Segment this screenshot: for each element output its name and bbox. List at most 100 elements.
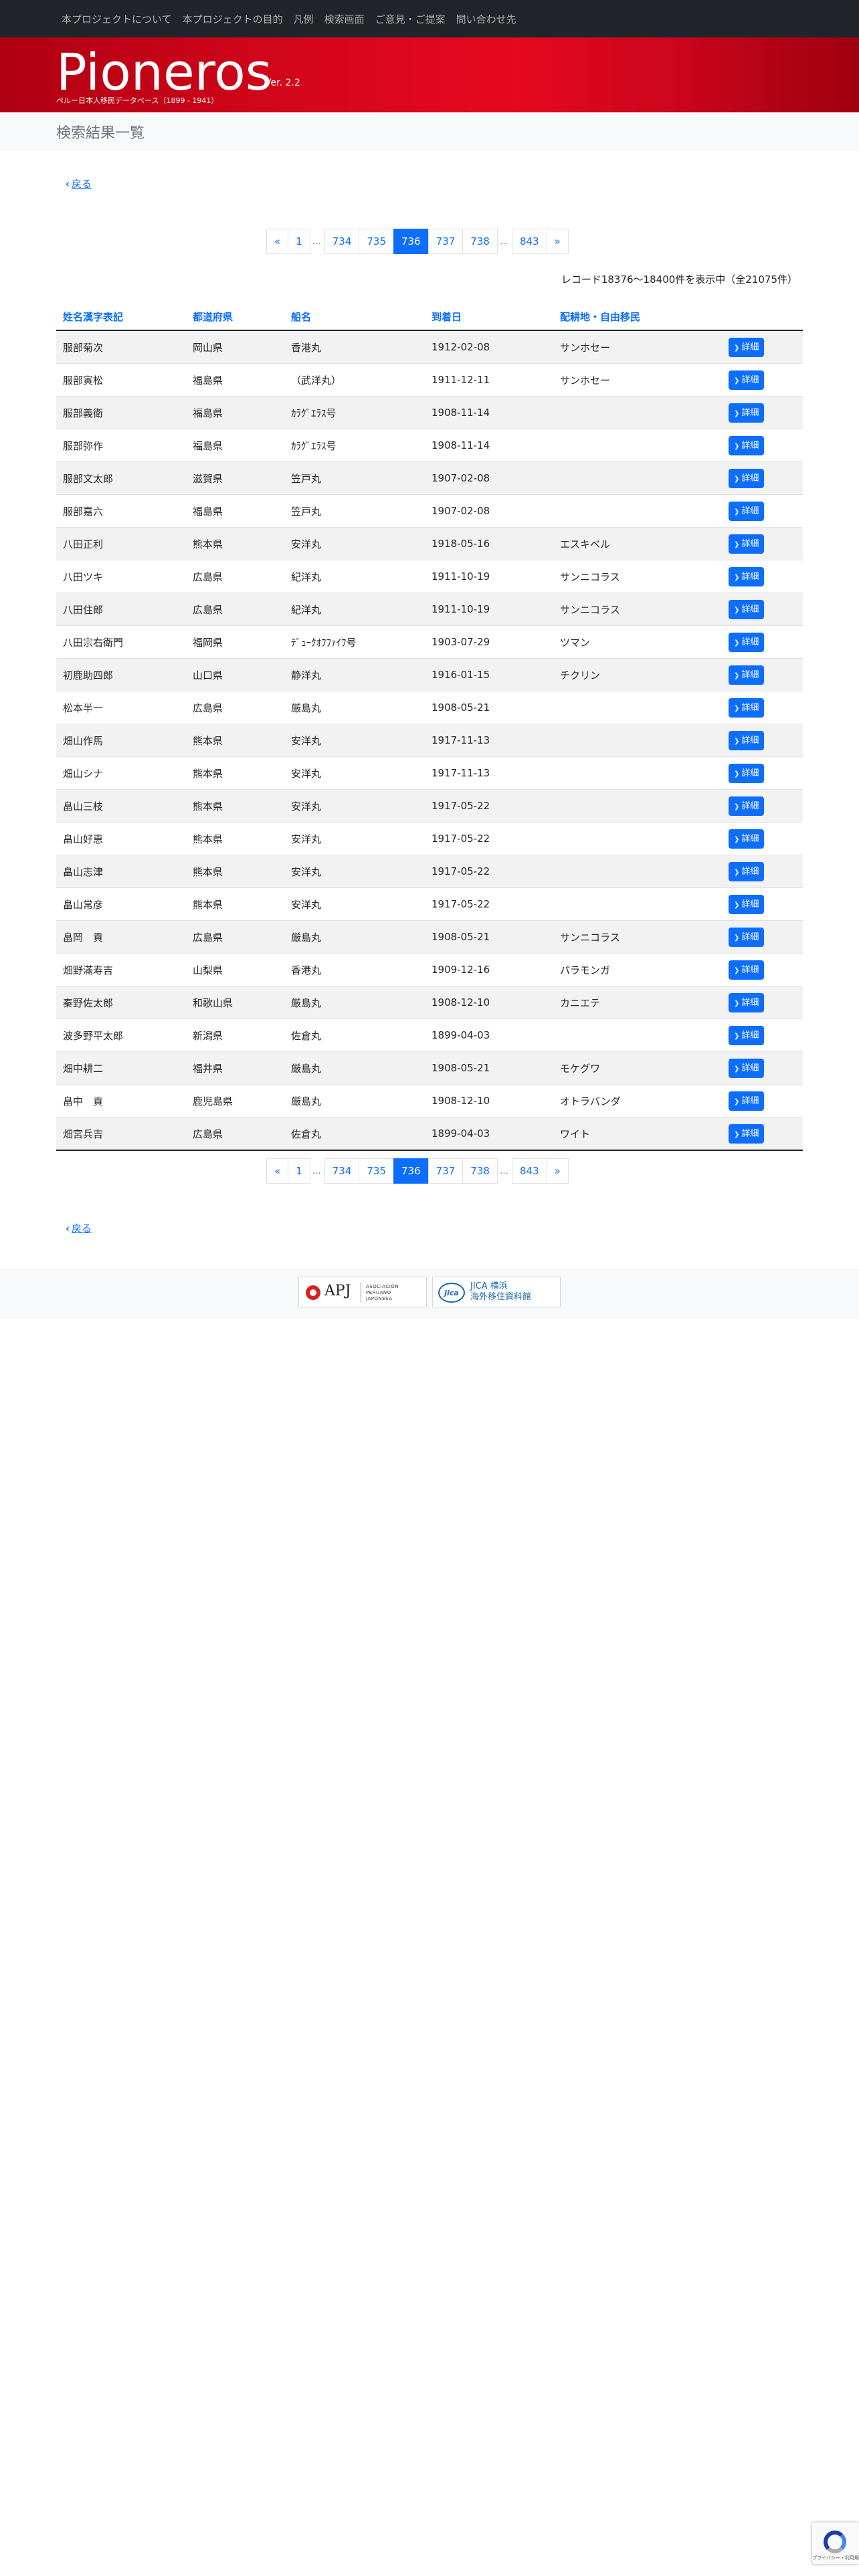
nav-link-contact[interactable]: 問い合わせ先: [456, 12, 516, 26]
cell-actions: ❯ 詳細: [722, 363, 803, 397]
cell-prefecture: 和歌山県: [186, 986, 284, 1019]
detail-button[interactable]: ❯ 詳細: [729, 796, 765, 816]
detail-button[interactable]: ❯ 詳細: [729, 534, 765, 554]
nav-link-feedback[interactable]: ご意見・ご提案: [375, 12, 446, 26]
back-link-bottom[interactable]: ‹ 戻る: [64, 1221, 92, 1235]
detail-button[interactable]: ❯ 詳細: [729, 566, 765, 586]
brand-title[interactable]: Pioneros: [56, 41, 272, 103]
detail-button[interactable]: ❯ 詳細: [729, 960, 765, 980]
page-last[interactable]: 843: [511, 229, 547, 254]
detail-button[interactable]: ❯ 詳細: [729, 501, 765, 521]
detail-button[interactable]: ❯ 詳細: [729, 992, 765, 1012]
page-first[interactable]: 1: [288, 1158, 310, 1184]
detail-button[interactable]: ❯ 詳細: [729, 697, 765, 718]
page-current[interactable]: 736: [393, 1158, 429, 1184]
detail-button[interactable]: ❯ 詳細: [729, 1091, 765, 1111]
cell-name: 八田宗右衛門: [56, 625, 186, 659]
cell-prefecture: 熊本県: [186, 756, 284, 790]
page-link[interactable]: 737: [427, 229, 464, 254]
detail-button[interactable]: ❯ 詳細: [729, 763, 765, 783]
cell-arrival-date: 1908-12-10: [425, 1084, 553, 1117]
detail-button[interactable]: ❯ 詳細: [729, 468, 765, 488]
page-link[interactable]: 738: [462, 1158, 498, 1184]
detail-button[interactable]: ❯ 詳細: [729, 337, 765, 357]
cell-arrival-date: 1903-07-29: [425, 625, 553, 659]
page-prev[interactable]: «: [266, 1158, 289, 1184]
detail-button[interactable]: ❯ 詳細: [729, 435, 765, 455]
cell-name: 畑中耕二: [56, 1051, 186, 1085]
column-header-prefecture[interactable]: 都道府県: [186, 303, 284, 331]
column-header-arrival-date[interactable]: 到着日: [425, 303, 553, 331]
cell-name: 服部菊次: [56, 330, 186, 364]
detail-button[interactable]: ❯ 詳細: [729, 599, 765, 619]
detail-button[interactable]: ❯ 詳細: [729, 370, 765, 390]
page-link[interactable]: 734: [324, 1158, 360, 1184]
detail-button[interactable]: ❯ 詳細: [729, 632, 765, 652]
apj-logo[interactable]: APJ ASOCIACIÓN PERUANO JAPONESA: [298, 1277, 427, 1307]
nav-link-purpose[interactable]: 本プロジェクトの目的: [183, 12, 283, 26]
table-row: 畠山常彦 熊本県 安洋丸 1917-05-22 ❯ 詳細: [56, 887, 803, 921]
chevron-right-icon: ❯: [734, 377, 740, 385]
page-next[interactable]: »: [546, 1158, 569, 1184]
nav-link-search[interactable]: 検索画面: [324, 12, 365, 26]
apj-sub-line: JAPONESA: [366, 1296, 393, 1301]
cell-ship: ｶﾗｸﾞｴﾗｽ号: [284, 396, 425, 429]
detail-button[interactable]: ❯ 詳細: [729, 1123, 765, 1144]
nav-link-about[interactable]: 本プロジェクトについて: [62, 12, 172, 26]
chevron-right-icon: ❯: [734, 868, 740, 876]
detail-button[interactable]: ❯ 詳細: [729, 829, 765, 849]
detail-button[interactable]: ❯ 詳細: [729, 665, 765, 685]
table-row: 初鹿助四郎 山口県 静洋丸 1916-01-15 チクリン ❯ 詳細: [56, 658, 803, 691]
detail-button[interactable]: ❯ 詳細: [729, 1025, 765, 1045]
cell-ship: ﾃﾞｭｰｸｵﾌﾌｧｲﾌ号: [284, 625, 425, 659]
jica-logo[interactable]: jica JICA 横浜 海外移住資料館: [432, 1277, 561, 1307]
cell-name: 波多野平太郎: [56, 1018, 186, 1052]
cell-actions: ❯ 詳細: [722, 494, 803, 528]
column-header-destination[interactable]: 配耕地・自由移民: [553, 303, 722, 331]
column-header-ship[interactable]: 船名: [284, 303, 425, 331]
cell-actions: ❯ 詳細: [722, 396, 803, 429]
detail-button[interactable]: ❯ 詳細: [729, 927, 765, 947]
page-link[interactable]: 735: [359, 229, 395, 254]
page-link[interactable]: 737: [427, 1158, 464, 1184]
table-row: 八田住郎 広島県 紀洋丸 1911-10-19 サンニコラス ❯ 詳細: [56, 593, 803, 626]
cell-arrival-date: 1908-05-21: [425, 1051, 553, 1085]
detail-button[interactable]: ❯ 詳細: [729, 894, 765, 914]
cell-destination: サンニコラス: [553, 593, 722, 626]
cell-destination: [553, 822, 722, 855]
cell-ship: 安洋丸: [284, 756, 425, 790]
detail-label: 詳細: [741, 473, 759, 484]
detail-label: 詳細: [741, 604, 759, 615]
detail-button[interactable]: ❯ 詳細: [729, 1058, 765, 1078]
detail-button[interactable]: ❯ 詳細: [729, 861, 765, 881]
column-header-name[interactable]: 姓名漢字表記: [56, 303, 186, 331]
page-current[interactable]: 736: [393, 229, 429, 254]
cell-prefecture: 山梨県: [186, 953, 284, 986]
recaptcha-icon: [824, 2531, 846, 2553]
chevron-right-icon: ❯: [734, 442, 740, 450]
nav-link-legend[interactable]: 凡例: [294, 12, 314, 26]
detail-button[interactable]: ❯ 詳細: [729, 403, 765, 423]
back-link-top[interactable]: ‹ 戻る: [64, 177, 92, 191]
cell-destination: ワイト: [553, 1117, 722, 1151]
page-first[interactable]: 1: [288, 229, 310, 254]
page-link[interactable]: 738: [462, 229, 498, 254]
page-link[interactable]: 735: [359, 1158, 395, 1184]
cell-actions: ❯ 詳細: [722, 887, 803, 921]
page-next[interactable]: »: [546, 229, 569, 254]
cell-arrival-date: 1917-11-13: [425, 724, 553, 757]
cell-ship: 紀洋丸: [284, 560, 425, 593]
results-body: 服部菊次 岡山県 香港丸 1912-02-08 サンホセー ❯ 詳細 服部寅松 福島県 （武洋丸）…: [56, 330, 803, 1151]
footer: APJ ASOCIACIÓN PERUANO JAPONESA jica JIC…: [0, 1269, 859, 1319]
page-last[interactable]: 843: [511, 1158, 547, 1184]
recaptcha-label[interactable]: プライバシー・利用規約: [812, 2555, 859, 2561]
detail-button[interactable]: ❯ 詳細: [729, 730, 765, 750]
cell-destination: [553, 494, 722, 528]
cell-prefecture: 鹿児島県: [186, 1084, 284, 1117]
chevron-left-icon: ‹: [65, 178, 70, 190]
page-prev[interactable]: «: [266, 229, 289, 254]
recaptcha-badge[interactable]: プライバシー・利用規約: [812, 2523, 859, 2564]
chevron-right-icon: ❯: [734, 901, 740, 909]
detail-label: 詳細: [741, 342, 759, 352]
page-link[interactable]: 734: [324, 229, 360, 254]
